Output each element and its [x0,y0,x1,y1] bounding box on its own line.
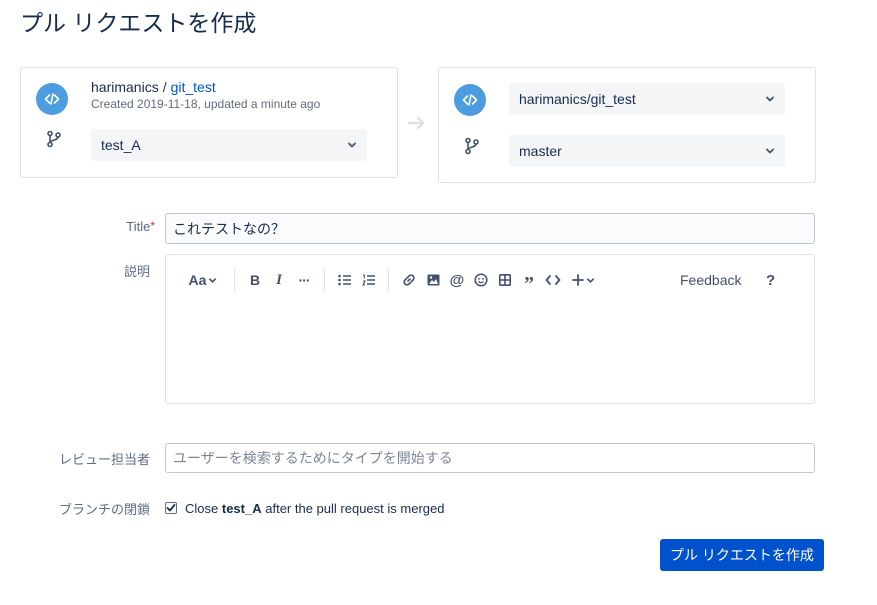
destination-repo-avatar [454,84,486,116]
reviewers-label: レビュー担当者 [58,452,150,467]
source-repo-link[interactable]: git_test [171,79,216,95]
create-pull-request-button[interactable]: プル リクエストを作成 [660,539,824,571]
reviewers-placeholder: ユーザーを検索するためにタイプを開始する [173,450,453,466]
image-button[interactable] [424,267,442,293]
text-style-icon: Aa [188,272,207,288]
emoji-button[interactable] [472,267,490,293]
destination-repo-value: harimanics/git_test [519,91,636,107]
link-button[interactable] [400,267,418,293]
bullet-list-icon [338,274,351,286]
source-branch-value: test_A [101,137,141,153]
text-style-button[interactable]: Aa [186,267,220,293]
source-branch-select[interactable]: test_A [91,129,367,161]
mention-button[interactable]: @ [448,267,466,293]
page-title: プル リクエストを作成 [20,10,257,36]
emoji-icon [474,273,488,287]
close-text-before: Close [185,500,219,516]
source-repo-card: harimanics / git_test Created 2019-11-18, … [20,67,398,178]
insert-menu-button[interactable] [568,267,598,293]
title-input-value: これテストなの？ [173,220,285,237]
source-repo-meta: Created 2019-11-18, updated a minute ago [91,97,321,111]
close-text-after: after the pull request is merged [265,500,445,516]
help-button[interactable]: ? [766,267,775,293]
editor-toolbar: Aa B I ··· @ ” Feedback ? [166,267,814,295]
chevron-down-icon [209,277,217,283]
bold-button[interactable]: B [246,267,264,293]
chevron-down-icon [766,148,774,154]
table-icon [499,274,511,286]
branch-icon [465,137,479,155]
title-input[interactable]: これテストなの？ [165,213,815,244]
close-branch-row: Close test_A after the pull request is m… [165,499,444,517]
code-repo-icon [462,94,478,106]
close-branch-label: ブランチの閉鎖 [58,502,150,517]
toolbar-divider [388,269,389,291]
destination-branch-value: master [519,143,562,159]
close-branch-name: test_A [221,500,262,516]
repo-separator: / [162,79,167,95]
close-branch-checkbox[interactable] [165,502,177,514]
required-mark: * [150,219,155,233]
numbered-list-icon [362,274,375,286]
link-icon [403,274,415,286]
more-formatting-icon: ··· [298,272,311,288]
quote-button[interactable]: ” [520,267,538,295]
code-icon [545,275,561,285]
toolbar-divider [234,269,235,291]
code-button[interactable] [544,267,562,293]
bold-icon: B [249,272,261,288]
chevron-down-icon [348,142,356,148]
title-label-text: Title [126,219,151,234]
mention-icon: @ [449,271,465,289]
branch-icon [47,130,61,148]
table-button[interactable] [496,267,514,293]
source-repo-name: harimanics / git_test [91,79,216,95]
chevron-down-icon [766,96,774,102]
feedback-button[interactable]: Feedback [680,267,741,293]
destination-branch-select[interactable]: master [509,135,785,167]
arrow-right-icon [407,116,425,130]
toolbar-divider [324,269,325,291]
code-repo-icon [44,93,60,105]
numbered-list-button[interactable] [360,267,378,293]
italic-icon: I [276,271,282,288]
description-editor[interactable]: Aa B I ··· @ ” Feedback ? [165,254,815,404]
source-repo-avatar [36,83,68,115]
description-label: 説明 [123,264,150,279]
more-formatting-button[interactable]: ··· [294,267,314,293]
title-label: Title* [126,219,155,234]
image-icon [427,274,439,286]
source-repo-owner: harimanics [91,79,159,95]
checkmark-icon [166,504,176,512]
insert-icon [571,274,584,286]
destination-repo-select[interactable]: harimanics/git_test [509,83,785,115]
bullet-list-button[interactable] [336,267,354,293]
destination-repo-card: harimanics/git_test master [438,67,816,183]
reviewers-input[interactable]: ユーザーを検索するためにタイプを開始する [165,443,815,473]
quote-icon: ” [524,272,534,295]
italic-button[interactable]: I [270,267,288,293]
chevron-down-icon [586,277,594,283]
